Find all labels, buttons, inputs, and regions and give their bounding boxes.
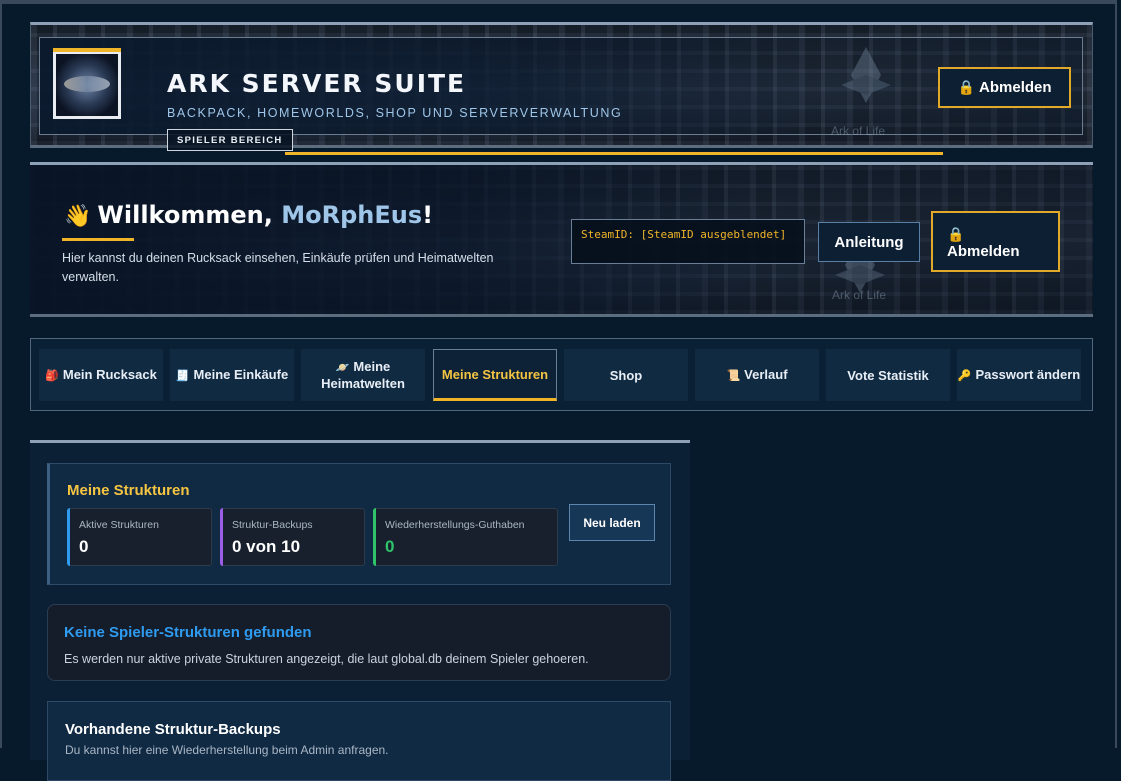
stat-label: Aktive Strukturen <box>79 519 159 531</box>
stat-accent-bar <box>220 508 223 566</box>
stat-value: 0 <box>79 537 89 556</box>
stat-label: Struktur-Backups <box>232 519 313 531</box>
welcome-description: Hier kannst du deinen Rucksack einsehen,… <box>62 251 494 284</box>
tab-icon: 🎒 <box>45 369 59 382</box>
tab-bar: 🎒 Mein Rucksack 🧾 Meine Einkäufe 🪐 Meine Heim… <box>30 338 1093 411</box>
strukturen-summary-card: Meine Strukturen Aktive Strukturen 0 Str… <box>47 463 671 585</box>
stat-accent-bar <box>67 508 70 566</box>
tab-content: Vote Statistik <box>847 368 928 383</box>
tab-icon: 🧾 <box>175 369 190 382</box>
lock-icon: 🔒 <box>947 226 965 242</box>
emblem-caption: Ark of Life <box>831 124 886 138</box>
tab-meine-strukturen[interactable]: Meine Strukturen <box>433 349 557 401</box>
app-logo <box>53 48 121 119</box>
tab-label: Meine Einkäufe <box>193 366 289 382</box>
tab-passwort-ändern[interactable]: 🔑 Passwort ändern <box>957 349 1081 401</box>
tab-content: 🔑 Passwort ändern <box>958 367 1080 384</box>
emblem-caption: Ark of Life <box>832 288 887 302</box>
tab-label: Vote Statistik <box>847 367 929 383</box>
tab-meine-einkäufe[interactable]: 🧾 Meine Einkäufe <box>170 349 294 401</box>
header-accent-line <box>285 152 943 155</box>
logout-label: Abmelden <box>979 79 1052 96</box>
stat-value: 0 <box>385 537 395 556</box>
tab-label: Passwort ändern <box>975 366 1081 382</box>
steam-id-display: SteamID: [SteamID ausgeblendet] <box>571 219 805 264</box>
stat-accent-bar <box>373 508 376 566</box>
welcome-title: 👋 Willkommen, MoRphEus! <box>64 201 433 229</box>
tab-label: Shop <box>609 367 643 383</box>
lock-icon: 🔒 <box>957 79 975 95</box>
backups-text: Du kannst hier eine Wiederherstellung be… <box>65 743 389 757</box>
app-header: ARK SERVER SUITE BACKPACK, HOMEWORLDS, S… <box>30 22 1093 155</box>
welcome-greeting: Willkommen, <box>97 201 282 229</box>
welcome-banner: Ark of Life 👋 Willkommen, MoRphEus! Hier … <box>30 162 1093 317</box>
main-panel: Meine Strukturen Aktive Strukturen 0 Str… <box>30 440 690 781</box>
reload-button[interactable]: Neu laden <box>569 504 655 541</box>
stat-restore-credit: Wiederherstellungs-Guthaben 0 <box>373 508 558 566</box>
stat-value: 0 von 10 <box>232 537 301 556</box>
tab-content: 🎒 Mein Rucksack <box>45 367 157 384</box>
tab-mein-rucksack[interactable]: 🎒 Mein Rucksack <box>39 349 163 401</box>
waving-hand-icon: 👋 <box>64 204 92 229</box>
tab-label: Meine Strukturen <box>441 366 549 382</box>
area-badge: SPIELER BEREICH <box>167 129 293 151</box>
tab-label: Mein Rucksack <box>62 366 157 382</box>
logout-button[interactable]: 🔒 Abmelden <box>938 67 1071 108</box>
ark-emblem-icon <box>841 47 891 103</box>
tab-vote-statistik[interactable]: Vote Statistik <box>826 349 950 401</box>
tab-meine-heimatwelten[interactable]: 🪐 Meine Heimatwelten <box>301 349 425 401</box>
backups-card: Vorhandene Struktur-Backups Du kannst hi… <box>47 701 671 781</box>
backups-title: Vorhandene Struktur-Backups <box>65 721 281 738</box>
guide-button[interactable]: Anleitung <box>818 222 920 262</box>
tab-icon: 🪐 <box>335 362 350 374</box>
tab-content: Meine Strukturen <box>442 367 548 382</box>
tab-content: 🪐 Meine Heimatwelten <box>301 359 425 391</box>
welcome-underline <box>62 238 134 241</box>
tab-icon: 📜 <box>726 369 741 382</box>
tab-content: 📜 Verlauf <box>726 367 787 384</box>
tab-verlauf[interactable]: 📜 Verlauf <box>695 349 819 401</box>
welcome-username: MoRphEus <box>281 201 423 229</box>
logout-button-secondary[interactable]: 🔒 Abmelden <box>931 211 1060 272</box>
app-subtitle: BACKPACK, HOMEWORLDS, SHOP UND SERVERVER… <box>167 106 623 120</box>
empty-state-title: Keine Spieler-Strukturen gefunden <box>64 624 312 641</box>
tab-label: Verlauf <box>744 366 788 382</box>
card-title: Meine Strukturen <box>67 482 190 499</box>
empty-state-text: Es werden nur aktive private Strukturen … <box>64 652 589 666</box>
tab-content: 🧾 Meine Einkäufe <box>176 367 288 384</box>
logout-label: Abmelden <box>947 243 1020 260</box>
app-title: ARK SERVER SUITE <box>167 69 467 98</box>
tab-content: Shop <box>610 368 643 383</box>
stat-active-structures: Aktive Strukturen 0 <box>67 508 212 566</box>
tab-icon: 🔑 <box>957 369 972 382</box>
welcome-exclamation: ! <box>422 201 434 229</box>
tab-shop[interactable]: Shop <box>564 349 688 401</box>
empty-state-card: Keine Spieler-Strukturen gefunden Es wer… <box>47 604 671 681</box>
stat-label: Wiederherstellungs-Guthaben <box>385 519 525 531</box>
tab-label: Meine Heimatwelten <box>321 359 405 391</box>
stat-structure-backups: Struktur-Backups 0 von 10 <box>220 508 365 566</box>
